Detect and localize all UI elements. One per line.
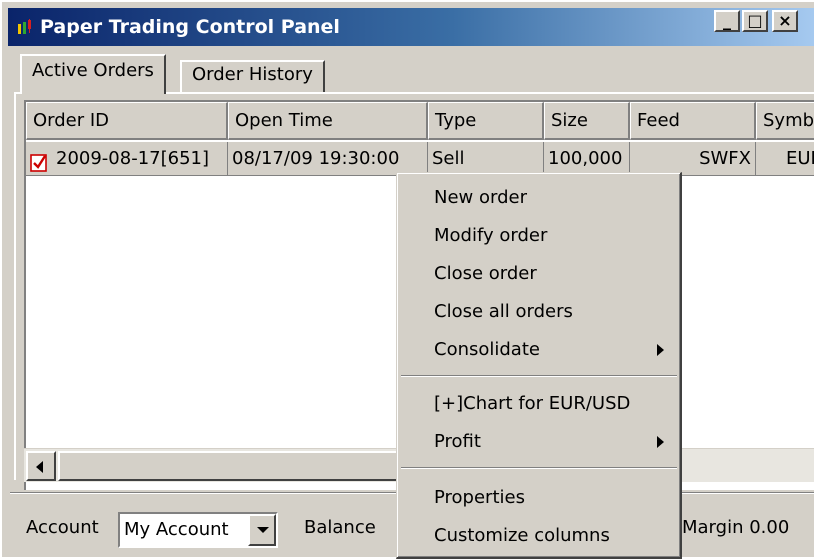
- order-id-cell: 2009-08-17[651]: [26, 142, 228, 176]
- submenu-arrow-icon: [657, 344, 664, 356]
- column-header-size[interactable]: Size: [544, 102, 630, 140]
- menu-separator: [401, 467, 677, 469]
- menu-item-label: Close all orders: [434, 301, 573, 322]
- column-header-order-id[interactable]: Order ID: [26, 102, 228, 140]
- window-title: Paper Trading Control Panel: [40, 16, 340, 38]
- account-select[interactable]: My Account: [118, 512, 278, 548]
- menu-item-new-order[interactable]: New order: [400, 181, 678, 215]
- close-button[interactable]: ×: [772, 10, 798, 32]
- menu-item-label: Close order: [434, 263, 537, 284]
- symbol-cell: EUR/USD: [756, 142, 814, 176]
- balance-label: Balance: [304, 517, 376, 538]
- maximize-button[interactable]: □: [742, 10, 768, 32]
- column-header-feed[interactable]: Feed: [630, 102, 756, 140]
- account-label: Account: [26, 517, 99, 538]
- tab-order-history[interactable]: Order History: [180, 60, 325, 92]
- account-select-value: My Account: [124, 519, 229, 540]
- feed-cell: SWFX: [630, 142, 756, 176]
- type-cell: Sell: [428, 142, 544, 176]
- menu-item-consolidate[interactable]: Consolidate: [400, 333, 678, 367]
- table-row[interactable]: 2009-08-17[651] 08/17/09 19:30:00 Sell 1…: [26, 142, 814, 176]
- menu-item-modify-order[interactable]: Modify order: [400, 219, 678, 253]
- order-id-text: 2009-08-17[651]: [56, 148, 210, 169]
- menu-item-properties[interactable]: Properties: [400, 481, 678, 515]
- menu-item-close-all-orders[interactable]: Close all orders: [400, 295, 678, 329]
- menu-item-label: Customize columns: [434, 525, 610, 546]
- menu-item-customize-columns[interactable]: Customize columns: [400, 519, 678, 553]
- column-header-symbol[interactable]: Symbol: [756, 102, 814, 140]
- column-header-type[interactable]: Type: [428, 102, 544, 140]
- scroll-left-arrow-icon[interactable]: [26, 451, 56, 481]
- title-bar[interactable]: Paper Trading Control Panel: [8, 8, 814, 46]
- chevron-down-icon[interactable]: [248, 514, 276, 546]
- column-header-open-time[interactable]: Open Time: [228, 102, 428, 140]
- menu-item-label: [+]Chart for EUR/USD: [434, 393, 631, 414]
- menu-item-label: Profit: [434, 431, 481, 452]
- scroll-thumb[interactable]: [58, 451, 420, 481]
- size-cell: 100,000: [544, 142, 630, 176]
- menu-item-label: New order: [434, 187, 527, 208]
- context-menu: New order Modify order Close order Close…: [396, 172, 682, 559]
- menu-item-label: Properties: [434, 487, 525, 508]
- submenu-arrow-icon: [657, 436, 664, 448]
- candlestick-icon: [16, 19, 34, 37]
- paper-trading-window: Paper Trading Control Panel _ □ × Active…: [0, 0, 814, 559]
- open-time-cell: 08/17/09 19:30:00: [228, 142, 428, 176]
- menu-item-chart[interactable]: [+]Chart for EUR/USD: [400, 387, 678, 421]
- order-check-icon: [30, 150, 48, 172]
- menu-item-label: Consolidate: [434, 339, 540, 360]
- minimize-button[interactable]: _: [714, 10, 740, 32]
- tab-active-orders[interactable]: Active Orders: [20, 54, 166, 94]
- menu-item-label: Modify order: [434, 225, 548, 246]
- menu-item-profit[interactable]: Profit: [400, 425, 678, 459]
- menu-item-close-order[interactable]: Close order: [400, 257, 678, 291]
- menu-separator: [401, 375, 677, 377]
- margin-value: Margin 0.00: [682, 517, 790, 538]
